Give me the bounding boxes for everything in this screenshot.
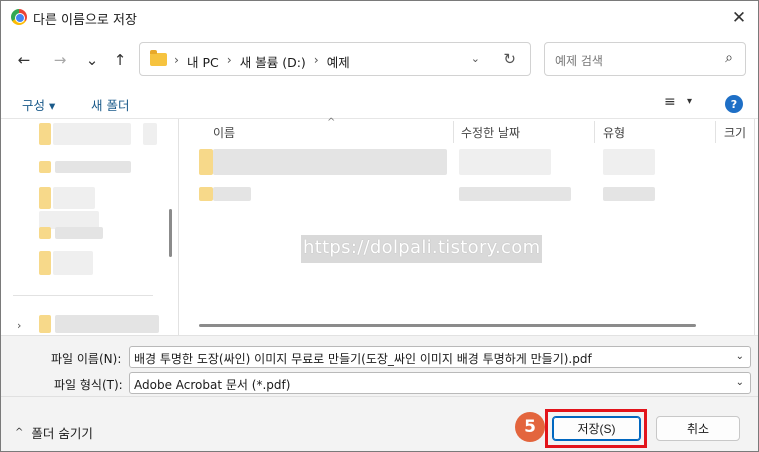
watermark-text: https://dolpali.tistory.com: [301, 235, 543, 263]
blurred-file-type: [603, 149, 655, 175]
chevron-right-icon: ›: [313, 52, 319, 67]
chevron-right-icon[interactable]: ›: [17, 319, 21, 332]
blurred-file-name: [213, 149, 447, 175]
column-header-name[interactable]: 이름: [213, 124, 235, 141]
blurred-file-name: [213, 187, 251, 201]
blurred-item-label: [53, 187, 95, 209]
chrome-icon: [11, 9, 27, 25]
blurred-folder-icon: [39, 161, 51, 173]
blurred-folder-icon: [199, 149, 213, 175]
search-icon: ⌕: [725, 50, 733, 66]
divider: [715, 121, 716, 143]
divider: [594, 121, 595, 143]
blurred-folder-icon: [39, 315, 51, 333]
recent-locations-button[interactable]: ⌄: [81, 49, 103, 71]
filetype-label: 파일 형식(T):: [54, 378, 123, 392]
help-icon[interactable]: ?: [725, 95, 743, 113]
view-options-icon[interactable]: ≡: [664, 94, 676, 110]
organize-button[interactable]: 구성 ▾: [22, 95, 55, 114]
sort-indicator-icon: ^: [327, 117, 336, 128]
address-bar[interactable]: › 내 PC › 새 볼륨 (D:) › 예제 ⌄ ↻: [139, 42, 531, 76]
save-button[interactable]: 저장(S): [552, 416, 641, 441]
file-list[interactable]: ^ 이름 수정한 날짜 유형 크기 https://dolpali.tistor…: [179, 117, 758, 335]
folder-icon: [150, 50, 167, 66]
filetype-select[interactable]: Adobe Acrobat 문서 (*.pdf) ⌄: [129, 372, 751, 394]
refresh-icon[interactable]: ↻: [503, 50, 516, 68]
breadcrumb: › 내 PC › 새 볼륨 (D:) › 예제: [174, 52, 350, 71]
blurred-item-label: [143, 123, 157, 145]
filename-value[interactable]: 배경 투명한 도장(싸인) 이미지 무료로 만들기(도장_싸인 이미지 배경 투…: [134, 350, 592, 367]
blurred-folder-icon: [199, 187, 213, 201]
chevron-down-icon[interactable]: ⌄: [736, 351, 744, 362]
divider: [453, 121, 454, 143]
save-as-dialog: 다른 이름으로 저장 ✕ ← → ⌄ ↑ › 내 PC › 새 볼륨 (D:) …: [0, 0, 759, 452]
search-placeholder: 예제 검색: [555, 54, 603, 68]
blurred-file-date: [459, 187, 571, 201]
blurred-folder-icon: [39, 123, 51, 145]
filename-label: 파일 이름(N):: [51, 352, 122, 366]
chevron-right-icon: ›: [226, 52, 232, 67]
filename-field[interactable]: 배경 투명한 도장(싸인) 이미지 무료로 만들기(도장_싸인 이미지 배경 투…: [129, 346, 751, 368]
blurred-file-type: [603, 187, 655, 201]
chevron-down-icon[interactable]: ⌄: [471, 52, 480, 65]
new-folder-button[interactable]: 새 폴더: [91, 95, 129, 114]
breadcrumb-item-volume[interactable]: 새 볼륨 (D:): [240, 52, 306, 71]
horizontal-scrollbar[interactable]: [199, 324, 696, 327]
blurred-file-date: [459, 149, 551, 175]
navigation-pane[interactable]: ›: [1, 119, 179, 335]
scrollbar[interactable]: [169, 209, 172, 257]
step-number-badge: 5: [515, 412, 545, 442]
blurred-folder-icon: [39, 251, 51, 275]
forward-button[interactable]: →: [49, 49, 71, 71]
divider: [1, 396, 758, 397]
breadcrumb-item-folder[interactable]: 예제: [327, 52, 350, 71]
hide-folders-label: 폴더 숨기기: [31, 426, 93, 441]
blurred-folder-icon: [39, 227, 51, 239]
column-header-modified[interactable]: 수정한 날짜: [461, 124, 520, 141]
divider: [13, 295, 153, 296]
blurred-item-label: [55, 161, 131, 173]
breadcrumb-item-my-pc[interactable]: 내 PC: [187, 52, 219, 71]
search-input[interactable]: 예제 검색 ⌕: [544, 42, 746, 76]
navigation-bar: ← → ⌄ ↑ › 내 PC › 새 볼륨 (D:) › 예제 ⌄ ↻ 예제 검…: [1, 37, 758, 83]
chevron-down-icon[interactable]: ▾: [687, 96, 692, 107]
up-folder-button[interactable]: ↑: [109, 49, 131, 71]
blurred-item-label: [55, 315, 159, 333]
hide-folders-button[interactable]: ^ 폴더 숨기기: [15, 423, 93, 442]
column-header-type[interactable]: 유형: [603, 124, 625, 141]
close-button[interactable]: ✕: [726, 5, 752, 31]
command-bar: 구성 ▾ 새 폴더 ≡ ▾ ?: [1, 87, 758, 119]
blurred-item-label: [55, 227, 103, 239]
save-panel: 파일 이름(N): 배경 투명한 도장(싸인) 이미지 무료로 만들기(도장_싸…: [1, 335, 758, 451]
divider: [754, 119, 755, 335]
filetype-value[interactable]: Adobe Acrobat 문서 (*.pdf): [134, 376, 290, 393]
blurred-item-label: [53, 123, 131, 145]
blurred-item-label: [53, 251, 93, 275]
cancel-button[interactable]: 취소: [656, 416, 740, 441]
column-header-size[interactable]: 크기: [724, 124, 746, 141]
chevron-down-icon[interactable]: ⌄: [736, 377, 744, 388]
blurred-folder-icon: [39, 187, 51, 209]
back-button[interactable]: ←: [13, 49, 35, 71]
chevron-up-icon: ^: [15, 427, 24, 438]
chevron-right-icon: ›: [174, 52, 179, 67]
window-title: 다른 이름으로 저장: [33, 13, 137, 28]
title-bar: 다른 이름으로 저장 ✕: [1, 1, 758, 35]
